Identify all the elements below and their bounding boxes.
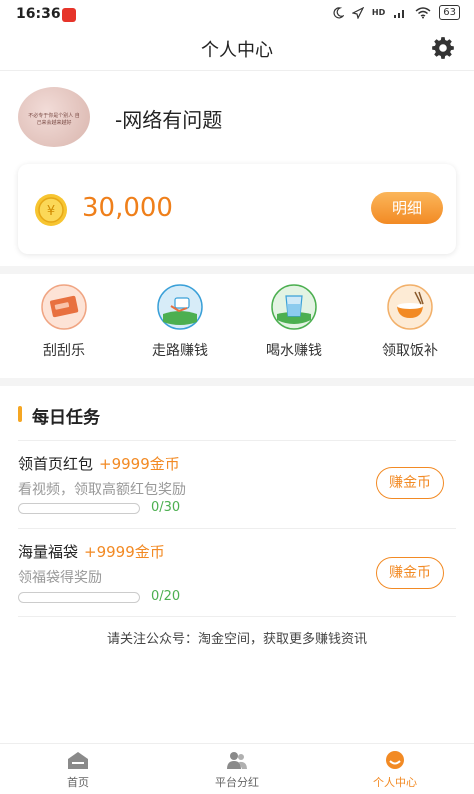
avatar[interactable]: 不必专于你是个别人 自己来会越来越好 <box>18 87 90 147</box>
battery-icon: 63 <box>439 5 460 20</box>
profile-icon <box>386 751 404 769</box>
page-title: 个人中心 <box>201 40 273 61</box>
avatar-caption: 不必专于你是个别人 自己来会越来越好 <box>28 113 80 126</box>
earn-coins-button[interactable]: 赚金币 <box>376 557 444 589</box>
nav-label: 首页 <box>67 776 89 789</box>
earn-coins-button[interactable]: 赚金币 <box>376 467 444 499</box>
location-icon <box>351 6 364 19</box>
walking-icon <box>157 284 203 330</box>
nav-label: 个人中心 <box>373 776 417 789</box>
nav-home[interactable]: 首页 <box>28 750 128 790</box>
bottom-nav-divider <box>0 743 474 744</box>
scratch-card-icon <box>41 284 87 330</box>
task-progress-bar <box>18 503 140 514</box>
action-walking[interactable]: 走路赚钱 <box>132 284 228 360</box>
task-row: 领首页红包 +9999金币 <box>18 453 180 474</box>
task-reward: +9999金币 <box>99 455 180 473</box>
action-label: 喝水赚钱 <box>266 343 322 359</box>
moon-icon <box>333 6 344 18</box>
task-name: 海量福袋 <box>18 543 79 561</box>
action-meal-allowance[interactable]: 领取饭补 <box>362 284 458 360</box>
users-icon <box>227 752 247 769</box>
divider <box>18 440 456 441</box>
progress-count: 0/20 <box>151 589 181 604</box>
task-description: 看视频，领取高额红包奖励 <box>18 482 186 498</box>
action-water[interactable]: 喝水赚钱 <box>246 284 342 360</box>
task-reward: +9999金币 <box>84 543 165 561</box>
nav-label: 平台分红 <box>215 776 259 789</box>
water-glass-icon <box>271 284 317 330</box>
notification-app-icon <box>62 8 76 22</box>
action-label: 刮刮乐 <box>43 343 85 359</box>
section-accent-bar <box>18 406 22 422</box>
progress-count: 0/30 <box>151 500 181 515</box>
settings-gear-icon[interactable] <box>430 35 456 61</box>
task-row: 海量福袋 +9999金币 <box>18 541 165 562</box>
nav-profile[interactable]: 个人中心 <box>345 750 445 790</box>
home-icon <box>68 752 88 769</box>
divider <box>18 616 456 617</box>
action-label: 走路赚钱 <box>152 343 208 359</box>
svg-text:¥: ¥ <box>47 204 55 219</box>
header-divider <box>0 70 474 71</box>
detail-button[interactable]: 明细 <box>371 192 443 224</box>
task-progress-bar <box>18 592 140 603</box>
task-name: 领首页红包 <box>18 455 94 473</box>
meal-bowl-icon <box>387 284 433 330</box>
wechat-account-notice: 请关注公众号：淘金空间，获取更多赚钱资讯 <box>106 632 367 647</box>
nav-platform-dividend[interactable]: 平台分红 <box>187 750 287 790</box>
signal-icon: HD <box>371 8 386 17</box>
status-icons: HD 63 <box>332 5 460 20</box>
action-scratch-card[interactable]: 刮刮乐 <box>16 284 112 360</box>
action-label: 领取饭补 <box>382 343 438 359</box>
task-description: 领福袋得奖励 <box>18 570 102 586</box>
divider <box>18 528 456 529</box>
coin-amount: 30,000 <box>82 193 173 223</box>
status-time: 16:36 <box>16 6 61 22</box>
section-separator <box>0 378 474 386</box>
username: -网络有问题 <box>115 108 223 132</box>
daily-tasks-title: 每日任务 <box>32 408 100 428</box>
wifi-icon <box>415 6 431 18</box>
cell-signal-icon <box>394 9 405 18</box>
section-separator <box>0 266 474 274</box>
gold-coin-icon: ¥ <box>35 194 67 226</box>
